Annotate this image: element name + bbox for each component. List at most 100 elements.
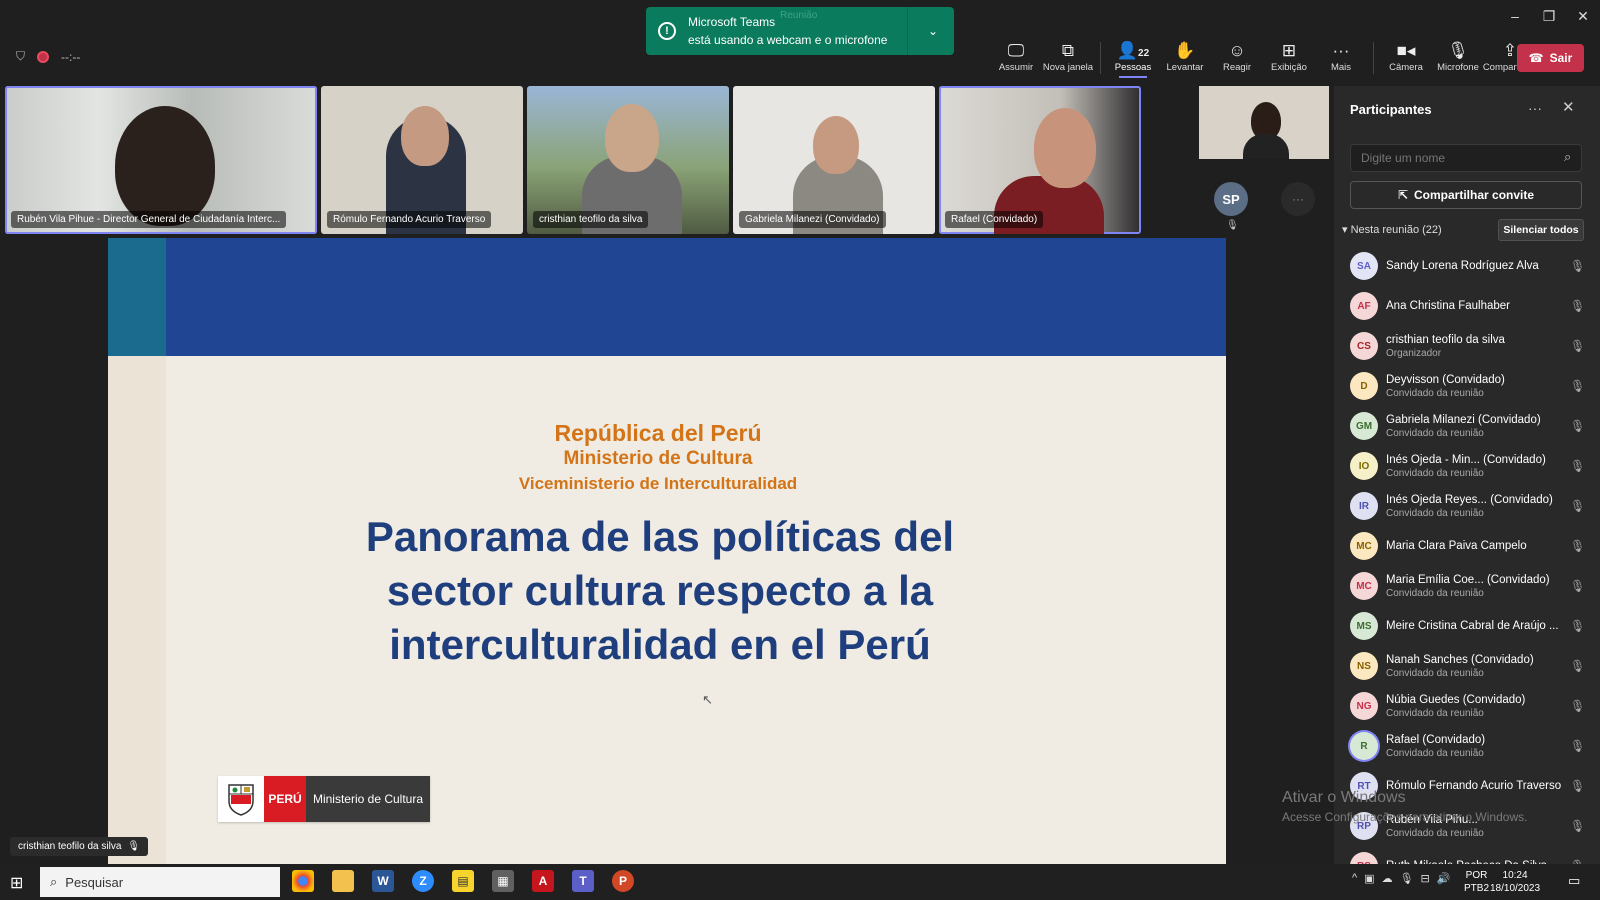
participant-row[interactable]: CS cristhian teofilo da silva Organizador 🎙 [1334,326,1600,366]
participant-row[interactable]: MC Maria Clara Paiva Campelo 🎙 [1334,526,1600,566]
panel-title: Participantes [1350,102,1432,117]
raise-hand-icon: ✋ [1174,41,1196,60]
mic-status-icon: 🎙 [1570,699,1586,713]
avatar: R [1350,732,1378,760]
participant-row[interactable]: MS Meire Cristina Cabral de Araújo ... 🎙 [1334,606,1600,646]
mic-status-icon: 🎙 [1570,739,1586,753]
participant-name: Rómulo Fernando Acurio Traverso [1386,780,1562,792]
zoom-icon[interactable]: Z [412,870,434,892]
chrome-icon[interactable] [292,870,314,892]
camera-button[interactable]: ■◂ Câmera [1380,40,1432,73]
toast-message: está usando a webcam e o microfone [688,33,888,47]
minimize-icon[interactable]: – [1498,0,1532,32]
video-tile[interactable]: cristhian teofilo da silva [527,86,729,234]
participant-row[interactable]: NS Nanah Sanches (Convidado) Convidado da … [1334,646,1600,686]
close-icon[interactable]: ✕ [1562,98,1575,116]
participant-row[interactable]: AF Ana Christina Faulhaber 🎙 [1334,286,1600,326]
participant-row[interactable]: NG Núbia Guedes (Convidado) Convidado da r… [1334,686,1600,726]
window-controls: – ❐ ✕ [1498,0,1600,32]
teams-icon[interactable]: T [572,870,594,892]
chevron-down-icon[interactable]: ⌄ [928,24,938,38]
search-icon: ⌕ [1564,149,1572,164]
video-tile[interactable]: Rubén Vila Pihue - Director General de C… [5,86,317,234]
share-invite-button[interactable]: ⇱ Compartilhar convite [1350,181,1582,209]
notification-toast[interactable]: ! Microsoft Teams está usando a webcam e… [646,7,954,55]
participant-role: Organizador [1386,347,1442,359]
participant-row[interactable]: IR Inés Ojeda Reyes... (Convidado) Convida… [1334,486,1600,526]
acrobat-icon[interactable]: A [532,870,554,892]
mic-status-icon: 🎙 [1570,619,1586,633]
logo-peru: PERÚ [264,776,306,822]
avatar: RS [1350,852,1378,864]
avatar: IO [1350,452,1378,480]
avatar: D [1350,372,1378,400]
more-icon: ··· [1332,41,1350,60]
take-control-button[interactable]: 🖵 Assumir [990,40,1042,73]
cloud-icon[interactable]: ☁ [1382,872,1393,885]
shared-slide: República del Perú Ministerio de Cultura… [108,238,1226,864]
slide-line-3: Viceministerio de Interculturalidad [518,474,798,493]
powerpoint-icon[interactable]: P [612,870,634,892]
speaker-label: cristhian teofilo da silva 🎙 [10,837,149,856]
windows-start-icon[interactable]: ⊞ [10,873,23,893]
react-button[interactable]: ☺ Reagir [1211,40,1263,73]
new-window-button[interactable]: ⧉ Nova janela [1042,40,1094,73]
mic-status-icon: 🎙 [1570,539,1586,553]
raise-hand-button[interactable]: ✋ Levantar [1159,40,1211,73]
close-window-icon[interactable]: ✕ [1566,0,1600,32]
calculator-icon[interactable]: ▦ [492,870,514,892]
participant-row[interactable]: MC Maria Emília Coe... (Convidado) Convida… [1334,566,1600,606]
volume-icon[interactable]: 🔊 [1437,872,1451,885]
chevron-up-icon[interactable]: ^ [1352,872,1357,885]
notification-icon[interactable]: ▭ [1568,873,1580,889]
clock[interactable]: 10:24 18/10/2023 [1490,869,1540,895]
participant-role: Convidado da reunião [1386,587,1484,599]
more-participants-icon[interactable]: ··· [1281,182,1315,216]
participant-role: Convidado da reunião [1386,667,1484,679]
video-tile[interactable]: Rómulo Fernando Acurio Traverso [321,86,523,234]
participants-panel: Participantes ··· ✕ ⌕ ⇱Compartilhar conv… [1334,86,1600,864]
participant-row[interactable]: D Deyvisson (Convidado) Convidado da reuni… [1334,366,1600,406]
participant-search-input[interactable] [1350,144,1582,172]
taskbar-search[interactable]: ⌕ Pesquisar [40,867,280,897]
participant-name: Gabriela Milanezi (Convidado) [739,211,886,228]
activation-watermark-sub: Acesse Configurações para ativar o Windo… [1282,810,1528,824]
self-video-preview[interactable] [1199,86,1329,159]
leave-button[interactable]: ☎ Sair [1517,44,1584,72]
restore-icon[interactable]: ❐ [1532,0,1566,32]
participant-row[interactable]: R Rafael (Convidado) Convidado da reunião 🎙 [1334,726,1600,766]
more-icon[interactable]: ··· [1528,100,1542,116]
mute-all-button[interactable]: Silenciar todos [1498,219,1584,241]
avatar: MC [1350,532,1378,560]
view-button[interactable]: ⊞ Exibição [1263,40,1315,73]
microphone-button[interactable]: 🎙 Microfone [1432,40,1484,73]
in-meeting-section[interactable]: ▾ Nesta reunião (22) [1342,223,1442,236]
info-icon: ! [658,22,676,40]
more-button[interactable]: ··· Mais [1315,40,1367,73]
avatar[interactable]: SP [1214,182,1248,216]
mic-status-icon: 🎙 [1570,299,1586,313]
participant-row[interactable]: IO Inés Ojeda - Min... (Convidado) Convida… [1334,446,1600,486]
language-indicator[interactable]: POR PTB2 [1464,869,1489,895]
participant-row[interactable]: RSRuth Mikaele Pacheco Da Silva🎙 [1334,846,1600,864]
avatar: SA [1350,252,1378,280]
participant-name: Gabriela Milanezi (Convidado) [1386,413,1541,426]
avatar: NG [1350,692,1378,720]
network-icon[interactable]: ⊟ [1421,872,1430,885]
mic-status-icon: 🎙 [1570,459,1586,473]
participant-row[interactable]: GM Gabriela Milanezi (Convidado) Convidado… [1334,406,1600,446]
people-button[interactable]: 👤22 Pessoas [1107,40,1159,78]
mic-status-icon: 🎙 [1570,259,1586,273]
video-tile[interactable]: Rafael (Convidado) [939,86,1141,234]
avatar: IR [1350,492,1378,520]
file-explorer-icon[interactable] [332,870,354,892]
sticky-notes-icon[interactable]: ▤ [452,870,474,892]
video-tile[interactable]: Gabriela Milanezi (Convidado) [733,86,935,234]
logo-ministry: Ministerio de Cultura [306,776,430,822]
participant-row[interactable]: SA Sandy Lorena Rodríguez Alva 🎙 [1334,246,1600,286]
recording-icon [37,50,50,63]
camera-icon[interactable]: ▣ [1364,872,1374,885]
mic-icon[interactable]: 🎙 [1400,872,1414,885]
word-icon[interactable]: W [372,870,394,892]
meeting-timer: --:-- [61,49,81,64]
